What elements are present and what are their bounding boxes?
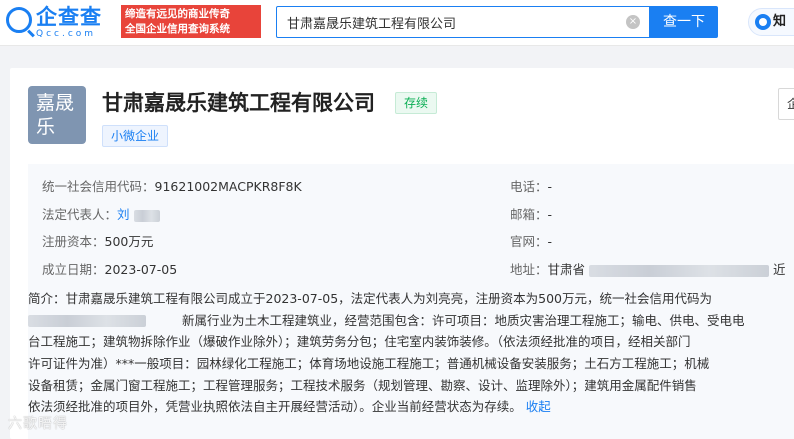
intro-line-5: 设备租赁；金属门窗工程施工；工程管理服务；工程技术服务（规划管理、勘察、设计、监… (28, 377, 697, 393)
credit-code-value: 91621002MACPKR8F8K (154, 179, 302, 194)
website-value: - (547, 234, 553, 249)
email-label: 邮箱： (510, 207, 548, 222)
phone-label: 电话： (510, 179, 548, 194)
know-label: 知 (773, 14, 787, 29)
email-row: 邮箱：- (510, 206, 552, 224)
credit-code-label: 统一社会信用代码： (42, 179, 155, 194)
search-box: × (276, 6, 650, 38)
side-action-button[interactable]: 企 (778, 88, 794, 120)
redacted-name (133, 209, 160, 222)
logo-subtext: Qcc.com (36, 29, 97, 39)
clear-icon[interactable]: × (626, 15, 640, 29)
email-value: - (547, 207, 553, 222)
address-row: 地址：甘肃省 近 (510, 261, 786, 279)
redacted-address (589, 264, 770, 277)
scale-tag[interactable]: 小微企业 (102, 125, 169, 147)
founded-value: 2023-07-05 (104, 262, 178, 277)
capital-row: 注册资本：500万元 (42, 233, 153, 251)
redacted-credit-code (28, 315, 146, 328)
slogan-line-2: 全国企业信用查询系统 (125, 23, 230, 35)
founded-label: 成立日期： (42, 262, 105, 277)
know-button[interactable]: 知 (748, 8, 794, 36)
company-avatar: 嘉晟乐 (28, 86, 86, 144)
top-header: 企查查 Qcc.com 缔造有远见的商业传奇 全国企业信用查询系统 × 查一下 … (0, 0, 794, 46)
address-tail: 近 (773, 262, 786, 277)
intro-line-4: 许可证件为准）***一般项目：园林绿化工程施工；体育场地设施工程施工；普通机械设… (28, 356, 710, 372)
capital-label: 注册资本： (42, 234, 105, 249)
intro-line-3: 台工程施工；建筑物拆除作业（爆破作业除外）；建筑劳务分包；住宅室内装饰装修。（依… (28, 334, 691, 350)
intro-line-2: 新属行业为土木工程建筑业，经营范围包含：许可项目：地质灾害治理工程施工；输电、供… (28, 310, 788, 332)
intro-line-6: 依法须经批准的项目外，凭营业执照依法自主开展经营活动）。企业当前经营状态为存续。… (28, 396, 788, 418)
intro-line-1: 简介：甘肃嘉晟乐建筑工程有限公司成立于2023-07-05，法定代表人为刘亮亮，… (28, 291, 713, 306)
website-label: 官网： (510, 234, 548, 249)
slogan-banner: 缔造有远见的商业传奇 全国企业信用查询系统 (121, 5, 261, 38)
watermark: 六歌晤得 (8, 416, 68, 432)
know-logo-icon (755, 14, 771, 30)
address-value: 甘肃省 (547, 262, 586, 277)
capital-value: 500万元 (104, 234, 154, 249)
phone-row: 电话：- (510, 178, 552, 196)
legal-rep-row: 法定代表人：刘 (42, 206, 160, 224)
legal-rep-label: 法定代表人： (42, 207, 118, 222)
logo-text: 企查查 (36, 5, 102, 29)
intro-line-2-text: 新属行业为土木工程建筑业，经营范围包含：许可项目：地质灾害治理工程施工；输电、供… (182, 312, 745, 328)
intro-line-6-text: 依法须经批准的项目外，凭营业执照依法自主开展经营活动）。企业当前经营状态为存续。 (28, 399, 522, 415)
magnifier-logo-icon (6, 7, 32, 33)
status-badge: 存续 (395, 92, 438, 114)
legal-rep-link[interactable]: 刘 (117, 207, 130, 222)
company-name: 甘肃嘉晟乐建筑工程有限公司 (102, 91, 375, 115)
phone-value: - (547, 179, 553, 194)
credit-code-row: 统一社会信用代码：91621002MACPKR8F8K (42, 178, 302, 196)
collapse-link[interactable]: 收起 (526, 399, 551, 414)
search-button[interactable]: 查一下 (650, 6, 718, 38)
qcc-logo[interactable]: 企查查 Qcc.com (6, 5, 118, 41)
founded-row: 成立日期：2023-07-05 (42, 261, 177, 279)
company-intro: 简介：甘肃嘉晟乐建筑工程有限公司成立于2023-07-05，法定代表人为刘亮亮，… (28, 288, 788, 418)
website-row: 官网：- (510, 233, 552, 251)
slogan-line-1: 缔造有远见的商业传奇 (125, 8, 230, 20)
search-input[interactable] (287, 7, 617, 37)
address-label: 地址： (510, 262, 548, 277)
company-card: 嘉晟乐 甘肃嘉晟乐建筑工程有限公司 存续 小微企业 企 统一社会信用代码：916… (10, 68, 794, 439)
